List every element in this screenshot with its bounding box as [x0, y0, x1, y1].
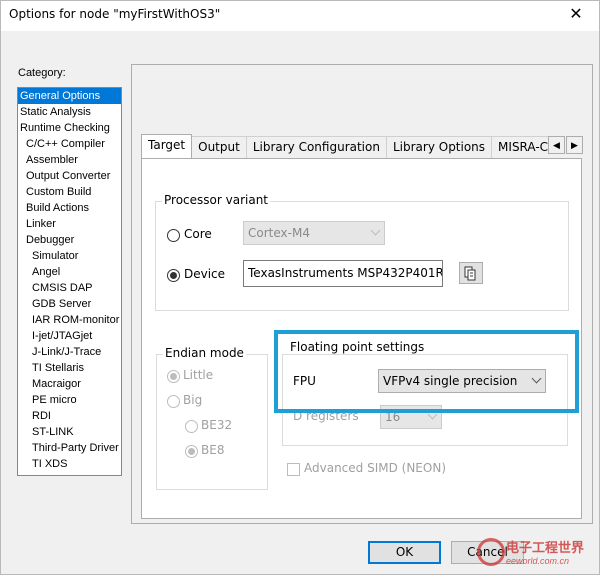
endian-mode-title: Endian mode — [163, 346, 246, 360]
tab-strip: Target Output Library Configuration Library… — [141, 134, 561, 158]
category-list[interactable]: General Options Static Analysis Runtime Ch… — [17, 87, 122, 476]
category-label: Category: — [18, 67, 66, 79]
processor-variant-group — [155, 201, 569, 311]
category-item[interactable]: GDB Server — [18, 296, 121, 312]
tab-output[interactable]: Output — [191, 136, 247, 158]
watermark-logo — [477, 538, 505, 566]
core-radio[interactable] — [167, 229, 180, 242]
be32-label: BE32 — [201, 418, 233, 432]
processor-variant-title: Processor variant — [162, 193, 270, 207]
be8-radio — [185, 445, 198, 458]
watermark-text: 电子工程世界 — [506, 541, 585, 556]
device-radio[interactable] — [167, 269, 180, 282]
device-list-icon — [464, 266, 476, 281]
category-item[interactable]: General Options — [18, 88, 121, 104]
tab-target[interactable]: Target — [141, 134, 193, 158]
category-item[interactable]: C/C++ Compiler — [18, 136, 121, 152]
device-select-button[interactable] — [459, 262, 483, 284]
core-select: Cortex-M4 — [243, 221, 385, 245]
core-label: Core — [184, 227, 212, 241]
device-field[interactable]: TexasInstruments MSP432P401R — [243, 260, 443, 287]
tab-scroll-right-icon[interactable]: ▶ — [566, 136, 583, 154]
tab-library-configuration[interactable]: Library Configuration — [245, 136, 387, 158]
highlight-box — [274, 330, 579, 413]
category-item[interactable]: CMSIS DAP — [18, 280, 121, 296]
big-label: Big — [183, 393, 203, 407]
options-dialog: Options for node "myFirstWithOS3" ✕ Cate… — [0, 0, 600, 575]
little-label: Little — [183, 368, 214, 382]
category-item[interactable]: Static Analysis — [18, 104, 121, 120]
device-label: Device — [184, 267, 226, 281]
category-item[interactable]: I-jet/JTAGjet — [18, 328, 121, 344]
watermark-url: eeworld.com.cn — [506, 556, 570, 566]
chevron-down-icon — [370, 225, 381, 236]
category-item[interactable]: Angel — [18, 264, 121, 280]
category-item[interactable]: Output Converter — [18, 168, 121, 184]
be32-radio — [185, 420, 198, 433]
close-icon[interactable]: ✕ — [553, 1, 599, 31]
category-item[interactable]: Custom Build — [18, 184, 121, 200]
advanced-simd-checkbox — [287, 463, 300, 476]
core-value: Cortex-M4 — [248, 226, 310, 240]
category-item[interactable]: TI Stellaris — [18, 360, 121, 376]
window-title: Options for node "myFirstWithOS3" — [9, 7, 221, 21]
big-radio — [167, 395, 180, 408]
category-item[interactable]: TI XDS — [18, 456, 121, 472]
be8-label: BE8 — [201, 443, 225, 457]
category-item[interactable]: IAR ROM-monitor — [18, 312, 121, 328]
category-item[interactable]: J-Link/J-Trace — [18, 344, 121, 360]
ok-button[interactable]: OK — [368, 541, 441, 564]
advanced-simd-label: Advanced SIMD (NEON) — [304, 461, 446, 475]
category-item[interactable]: ST-LINK — [18, 424, 121, 440]
category-item[interactable]: RDI — [18, 408, 121, 424]
tab-scroll-left-icon[interactable]: ◀ — [548, 136, 565, 154]
category-item[interactable]: Simulator — [18, 248, 121, 264]
title-bar: Options for node "myFirstWithOS3" ✕ — [1, 1, 599, 31]
category-item[interactable]: Runtime Checking — [18, 120, 121, 136]
category-item[interactable]: PE micro — [18, 392, 121, 408]
category-item[interactable]: Build Actions — [18, 200, 121, 216]
tab-library-options[interactable]: Library Options — [385, 136, 493, 158]
category-item[interactable]: Macraigor — [18, 376, 121, 392]
category-item[interactable]: Assembler — [18, 152, 121, 168]
category-item[interactable]: Linker — [18, 216, 121, 232]
little-radio — [167, 370, 180, 383]
category-item[interactable]: Third-Party Driver — [18, 440, 121, 456]
category-item[interactable]: Debugger — [18, 232, 121, 248]
